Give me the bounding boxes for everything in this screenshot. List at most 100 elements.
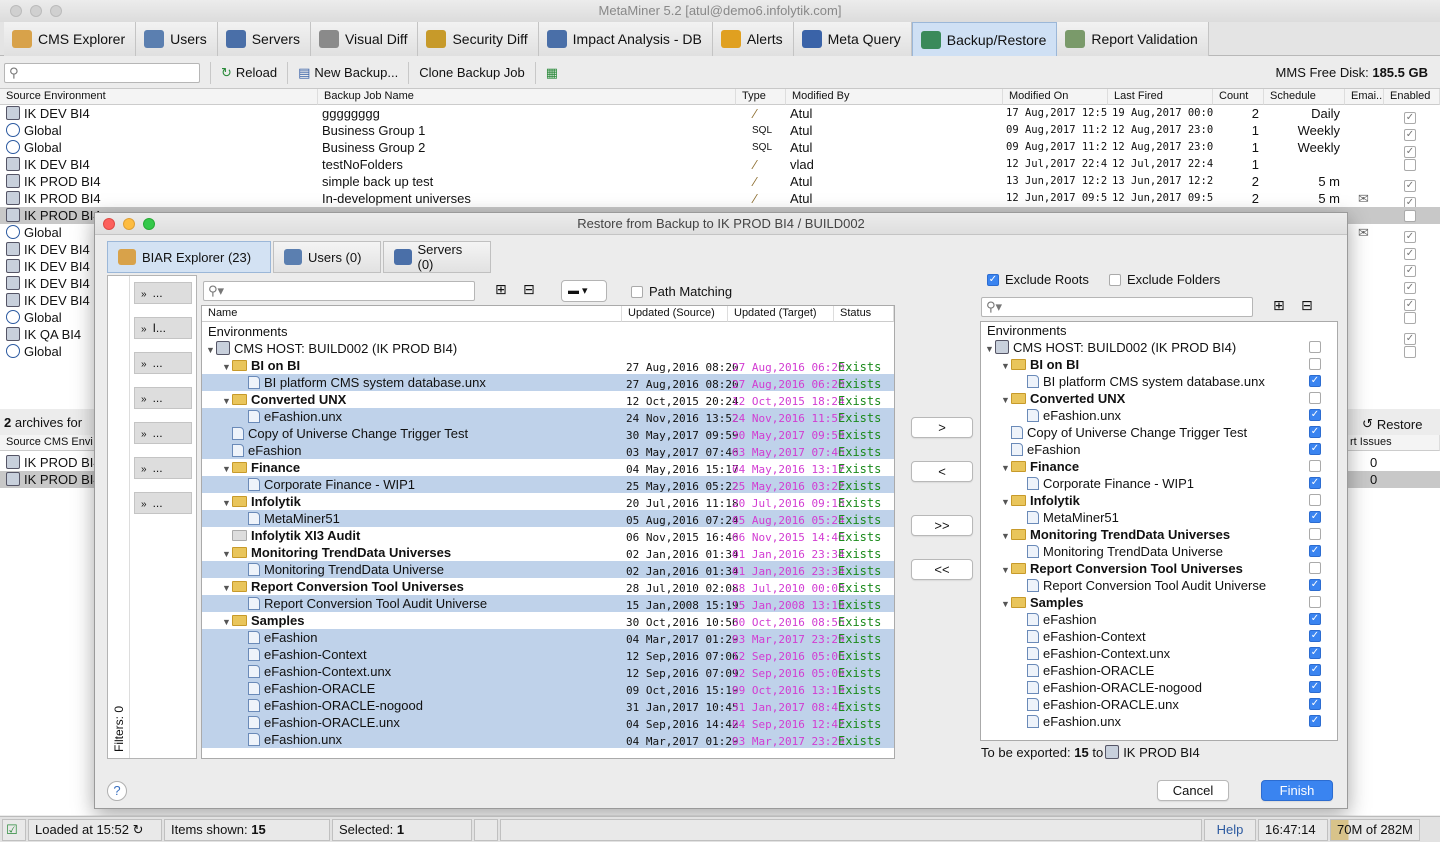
universe-node[interactable]: eFashion-ORACLE 09 Oct,2016 15:19 09 Oct,2…	[202, 680, 894, 697]
help-link[interactable]: Help	[1204, 818, 1256, 841]
table-row[interactable]: IK PROD BI4 In-development universes ⁄ Atul…	[0, 190, 1440, 209]
filter-button[interactable]: »...	[134, 492, 192, 514]
expand-all-icon[interactable]: ⊞	[1273, 297, 1285, 314]
universe-node[interactable]: eFashion-Context.unx 12 Sep,2016 07:09 12 …	[202, 663, 894, 680]
filter-button[interactable]: »...	[134, 457, 192, 479]
tree-header[interactable]: Updated (Target)	[728, 306, 834, 322]
filter-button[interactable]: »...	[134, 352, 192, 374]
dialog-tab-0[interactable]: BIAR Explorer (23)	[107, 241, 271, 273]
help-button[interactable]: ?	[107, 781, 127, 801]
node-checkbox[interactable]: ✓	[1309, 409, 1321, 421]
tree-header[interactable]: Name	[202, 306, 622, 322]
table-header[interactable]: Modified By	[786, 89, 1003, 105]
tab-cms-explorer[interactable]: CMS Explorer	[4, 22, 137, 56]
exclude-roots-toggle[interactable]: ✓ Exclude Roots	[987, 272, 1089, 287]
table-row[interactable]: IK DEV BI4 testNoFolders ⁄ vlad 12 Jul,2017 …	[0, 156, 1440, 173]
filter-button[interactable]: »...	[134, 282, 192, 304]
folder-node[interactable]: ▼ Samples	[981, 594, 1337, 611]
table-row[interactable]: IK DEV BI4 gggggggg ⁄ Atul 17 Aug,2017 12:58…	[0, 105, 1440, 124]
table-header[interactable]: Source Environment	[0, 89, 318, 105]
filters-collapse-bar[interactable]	[108, 276, 130, 758]
node-checkbox[interactable]: ✓	[1309, 426, 1321, 438]
dialog-minimize-button[interactable]	[123, 218, 135, 230]
environments-root[interactable]: Environments	[981, 322, 1066, 339]
folder-node[interactable]: ▼ Report Conversion Tool Universes 28 Jul,…	[202, 578, 894, 595]
node-checkbox[interactable]: ✓	[1309, 664, 1321, 676]
table-header[interactable]: Count	[1213, 89, 1264, 105]
folder-node[interactable]: ▼ Infolytik 20 Jul,2016 11:18 20 Jul,2016 0…	[202, 493, 894, 510]
node-checkbox[interactable]: ✓	[1309, 545, 1321, 557]
node-checkbox[interactable]: ✓	[1309, 477, 1321, 489]
universe-node[interactable]: eFashion 03 May,2017 07:46 03 May,2017 07:…	[202, 442, 894, 459]
tab-users[interactable]: Users	[136, 22, 218, 56]
universe-node[interactable]: Monitoring TrendData Universe 02 Jan,2016…	[202, 561, 894, 578]
node-checkbox[interactable]	[1309, 494, 1321, 506]
refresh-icon[interactable]: ↻	[133, 822, 144, 837]
dialog-zoom-button[interactable]	[143, 218, 155, 230]
folder-node[interactable]: ▼ Monitoring TrendData Universes	[981, 526, 1337, 543]
universe-node[interactable]: MetaMiner51 ✓	[981, 509, 1337, 526]
filter-button[interactable]: »...	[134, 422, 192, 444]
node-checkbox[interactable]	[1309, 562, 1321, 574]
folder-node[interactable]: ▼ Infolytik	[981, 492, 1337, 509]
filter-button[interactable]: »...	[134, 387, 192, 409]
filter-button[interactable]: » I...	[134, 317, 192, 339]
view-select[interactable]: ▬ ▾	[561, 280, 607, 302]
universe-node[interactable]: eFashion-Context ✓	[981, 628, 1337, 645]
universe-node[interactable]: eFashion-ORACLE.unx 04 Sep,2016 14:42 04 S…	[202, 714, 894, 731]
folder-node[interactable]: ▼ BI on BI	[981, 356, 1337, 373]
universe-node[interactable]: eFashion.unx 04 Mar,2017 01:29 03 Mar,2017…	[202, 731, 894, 748]
dialog-close-button[interactable]	[103, 218, 115, 230]
table-header[interactable]: Modified On	[1003, 89, 1108, 105]
archives-col-issues[interactable]: rt Issues	[1344, 435, 1440, 451]
clone-backup-button[interactable]: Clone Backup Job	[409, 61, 535, 85]
tab-security-diff[interactable]: Security Diff	[418, 22, 539, 56]
table-row[interactable]: IK PROD BI4 simple back up test ⁄ Atul 13 Ju…	[0, 173, 1440, 192]
reload-button[interactable]: ↻ Reload	[211, 61, 287, 85]
universe-node[interactable]: Monitoring TrendData Universe ✓	[981, 543, 1337, 560]
universe-node[interactable]: Corporate Finance - WIP1 25 May,2016 05:2…	[202, 476, 894, 493]
universe-node[interactable]: eFashion-ORACLE.unx ✓	[981, 696, 1337, 713]
export-excel-button[interactable]: ▦	[536, 61, 568, 85]
node-checkbox[interactable]: ✓	[1309, 647, 1321, 659]
path-matching-toggle[interactable]: Path Matching	[631, 284, 732, 299]
enabled-checkbox[interactable]	[1404, 312, 1416, 324]
dialog-tab-1[interactable]: Users (0)	[273, 241, 381, 273]
archives-col-source[interactable]: Source CMS Envi	[0, 435, 96, 451]
tab-alerts[interactable]: Alerts	[712, 22, 794, 56]
move-all-left-button[interactable]: <<	[911, 559, 973, 580]
universe-node[interactable]: eFashion.unx ✓	[981, 713, 1337, 730]
table-header[interactable]: Schedule	[1264, 89, 1345, 105]
universe-node[interactable]: eFashion.unx ✓	[981, 407, 1337, 424]
universe-node[interactable]: eFashion-ORACLE-nogood 31 Jan,2017 10:45 3…	[202, 697, 894, 714]
enabled-checkbox[interactable]	[1404, 159, 1416, 171]
exclude-folders-toggle[interactable]: Exclude Folders	[1109, 272, 1220, 287]
host-checkbox[interactable]	[1309, 341, 1321, 353]
node-checkbox[interactable]: ✓	[1309, 698, 1321, 710]
folder-node[interactable]: ▼ Samples 30 Oct,2016 10:56 30 Oct,2016 08:…	[202, 612, 894, 629]
tab-servers[interactable]: Servers	[217, 22, 311, 56]
memory-usage[interactable]: 70M of 282M	[1330, 818, 1420, 841]
node-checkbox[interactable]: ✓	[1309, 579, 1321, 591]
tab-visual-diff[interactable]: Visual Diff	[310, 22, 419, 56]
node-checkbox[interactable]	[1309, 392, 1321, 404]
search-input[interactable]: ⚲	[4, 62, 200, 83]
universe-node[interactable]: eFashion-Context.unx ✓	[981, 645, 1337, 662]
right-search-input[interactable]: ⚲▾	[981, 297, 1253, 317]
folder-node[interactable]: ▼ Finance	[981, 458, 1337, 475]
table-header[interactable]: Enabled	[1384, 89, 1440, 105]
universe-node[interactable]: Copy of Universe Change Trigger Test 30 M…	[202, 425, 894, 442]
node-checkbox[interactable]: ✓	[1309, 613, 1321, 625]
restore-button[interactable]: ↺ Restore	[1362, 413, 1422, 435]
table-row[interactable]: Global Business Group 1 SQL Atul 09 Aug,2017…	[0, 122, 1440, 141]
enabled-checkbox[interactable]	[1404, 346, 1416, 358]
environments-root[interactable]: Environments	[202, 323, 287, 340]
minimize-window-button[interactable]	[30, 5, 42, 17]
exclude-roots-checkbox[interactable]: ✓	[987, 273, 999, 286]
node-checkbox[interactable]	[1309, 596, 1321, 608]
node-checkbox[interactable]: ✓	[1309, 630, 1321, 642]
universe-node[interactable]: Corporate Finance - WIP1 ✓	[981, 475, 1337, 492]
universe-node[interactable]: Copy of Universe Change Trigger Test ✓	[981, 424, 1337, 441]
expand-all-icon[interactable]: ⊞	[495, 281, 507, 298]
table-header[interactable]: Backup Job Name	[318, 89, 736, 105]
